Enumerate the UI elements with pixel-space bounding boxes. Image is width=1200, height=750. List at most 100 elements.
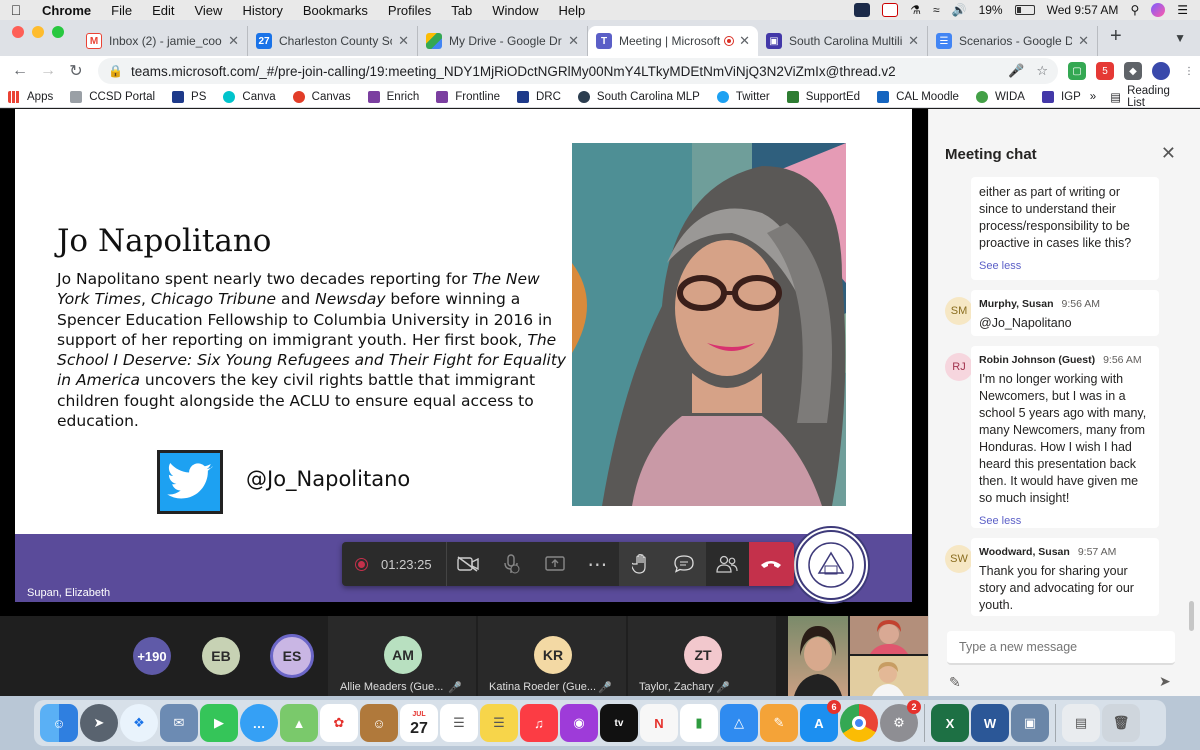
keynote-icon[interactable]: △ [720,704,758,742]
launchpad-icon[interactable]: ➤ [80,704,118,742]
apple-tv-icon[interactable]: tv [600,704,638,742]
share-screen-button[interactable] [533,542,576,586]
tab-google-drive[interactable]: My Drive - Google Drive ✕ [418,26,588,56]
participant-video-tile[interactable] [850,656,928,696]
back-icon[interactable]: ← [6,62,34,80]
siri-icon[interactable] [1151,3,1166,17]
apple-icon[interactable]:  [0,2,32,18]
clock[interactable]: Wed 9:57 AM [1047,3,1119,17]
battery-icon[interactable] [1014,5,1035,15]
close-tab-icon[interactable]: ✕ [568,33,579,49]
close-tab-icon[interactable]: ✕ [908,33,919,49]
menu-help[interactable]: Help [549,3,596,18]
minimize-window-button[interactable] [32,25,44,38]
excel-icon[interactable]: X [931,704,969,742]
bookmark-cal-moodle[interactable]: CAL Moodle [869,90,968,103]
photos-icon[interactable]: ✿ [320,704,358,742]
menu-edit[interactable]: Edit [142,3,184,18]
tab-search-icon[interactable]: ▼ [1174,31,1200,45]
profile-avatar[interactable] [1152,62,1170,80]
forward-icon[interactable]: → [34,62,62,80]
close-tab-icon[interactable]: ✕ [228,33,239,49]
numbers-icon[interactable]: ▮ [680,704,718,742]
news-icon[interactable]: N [640,704,678,742]
reading-list-button[interactable]: » ▤ Reading List [1090,85,1200,109]
show-conversation-button[interactable] [662,542,706,586]
show-participants-button[interactable] [706,542,749,586]
close-chat-icon[interactable]: ✕ [1161,143,1176,164]
maps-icon[interactable]: ▲ [280,704,318,742]
finder-icon[interactable]: ☺ [40,704,78,742]
extension-badge-icon[interactable]: 5 [1096,62,1114,80]
bookmark-enrich[interactable]: Enrich [360,90,429,103]
messages-icon[interactable]: … [240,704,278,742]
url-text[interactable]: teams.microsoft.com/_#/pre-join-calling/… [131,64,996,79]
menu-view[interactable]: View [184,3,232,18]
mail-stamp-icon[interactable]: ✉ [160,704,198,742]
participant-video-tile[interactable] [850,616,928,654]
calendar-app-icon[interactable]: JUL 27 [400,704,438,742]
reminders-icon[interactable]: ☰ [440,704,478,742]
new-tab-icon[interactable]: + [1098,25,1134,52]
bookmark-supported[interactable]: SupportEd [779,90,869,103]
participant-tile[interactable]: KR Katina Roeder (Gue... 🎤 [478,616,626,696]
send-message-icon[interactable]: ➤ [1159,673,1171,690]
status-app-icon[interactable] [854,3,871,17]
lock-icon[interactable]: 🔒 [108,64,123,78]
notes-icon[interactable]: ☰ [480,704,518,742]
participant-video-tile[interactable] [788,616,848,696]
menu-tab[interactable]: Tab [441,3,482,18]
tab-gmail[interactable]: M Inbox (2) - jamie_cook@ ✕ [78,26,248,56]
close-window-button[interactable] [12,25,24,38]
facetime-icon[interactable]: ▶ [200,704,238,742]
tab-sc-multilingual[interactable]: ▣ South Carolina Multilingu ✕ [758,26,928,56]
more-participants-button[interactable]: +190 [133,637,171,675]
bookmark-sc-mlp[interactable]: South Carolina MLP [570,90,709,103]
battery-percent[interactable]: 19% [979,3,1003,17]
participant-tile[interactable]: AM Allie Meaders (Gue... 🎤 [328,616,476,696]
participant-avatar[interactable]: EB [202,637,240,675]
mute-button[interactable] [490,542,533,586]
camera-off-button[interactable] [447,542,490,586]
menu-window[interactable]: Window [482,3,548,18]
reload-icon[interactable]: ↻ [62,61,90,81]
close-tab-icon[interactable]: ✕ [739,33,750,49]
bookmarks-more-icon[interactable]: » [1090,91,1096,103]
menu-bookmarks[interactable]: Bookmarks [293,3,378,18]
wifi-icon[interactable]: ≈ [933,3,940,17]
close-tab-icon[interactable]: ✕ [398,33,409,49]
see-less-link[interactable]: See less [979,513,1151,530]
close-tab-icon[interactable]: ✕ [1078,33,1089,49]
app-store-icon[interactable]: A6 [800,700,841,742]
bookmark-drc[interactable]: DRC [509,90,570,103]
chrome-menu-icon[interactable]: ⋮ [1180,62,1198,80]
bookmark-star-icon[interactable]: ☆ [1036,63,1048,79]
more-actions-button[interactable]: ⋯ [576,542,619,586]
bookmark-twitter[interactable]: Twitter [709,90,779,103]
bookmark-canva[interactable]: Canva [215,90,284,103]
podcasts-icon[interactable]: ◉ [560,704,598,742]
bookmark-ccsd-portal[interactable]: CCSD Portal [62,90,164,103]
bookmark-canvas[interactable]: Canvas [285,90,360,103]
downloads-stack-icon[interactable]: ▤ [1062,704,1100,742]
bookmark-ps[interactable]: PS [164,90,215,103]
control-center-icon[interactable]: ☰ [1177,3,1188,17]
music-icon[interactable]: ♫ [520,704,558,742]
compose-message-input[interactable] [947,631,1175,665]
participant-tile[interactable]: ZT Taylor, Zachary 🎤 [628,616,776,696]
chat-scrollbar[interactable] [1189,601,1194,631]
format-text-icon[interactable]: ✎ [949,674,961,691]
bookmark-apps[interactable]: Apps [0,90,62,103]
word-icon[interactable]: W [971,704,1009,742]
status-x-icon[interactable] [882,3,899,17]
tab-google-docs[interactable]: ☰ Scenarios - Google Docs ✕ [928,26,1098,56]
menu-history[interactable]: History [232,3,292,18]
system-preferences-icon[interactable]: ⚙ 2 [880,700,921,742]
bookmark-wida[interactable]: WIDA [968,90,1034,103]
participant-avatar-active-speaker[interactable]: ES [270,634,314,678]
address-bar[interactable]: 🔒 teams.microsoft.com/_#/pre-join-callin… [98,58,1058,84]
pages-icon[interactable]: ✎ [760,704,798,742]
extensions-puzzle-icon[interactable]: ◆ [1124,62,1142,80]
maximize-window-button[interactable] [52,25,64,38]
bookmark-frontline[interactable]: Frontline [428,90,509,103]
